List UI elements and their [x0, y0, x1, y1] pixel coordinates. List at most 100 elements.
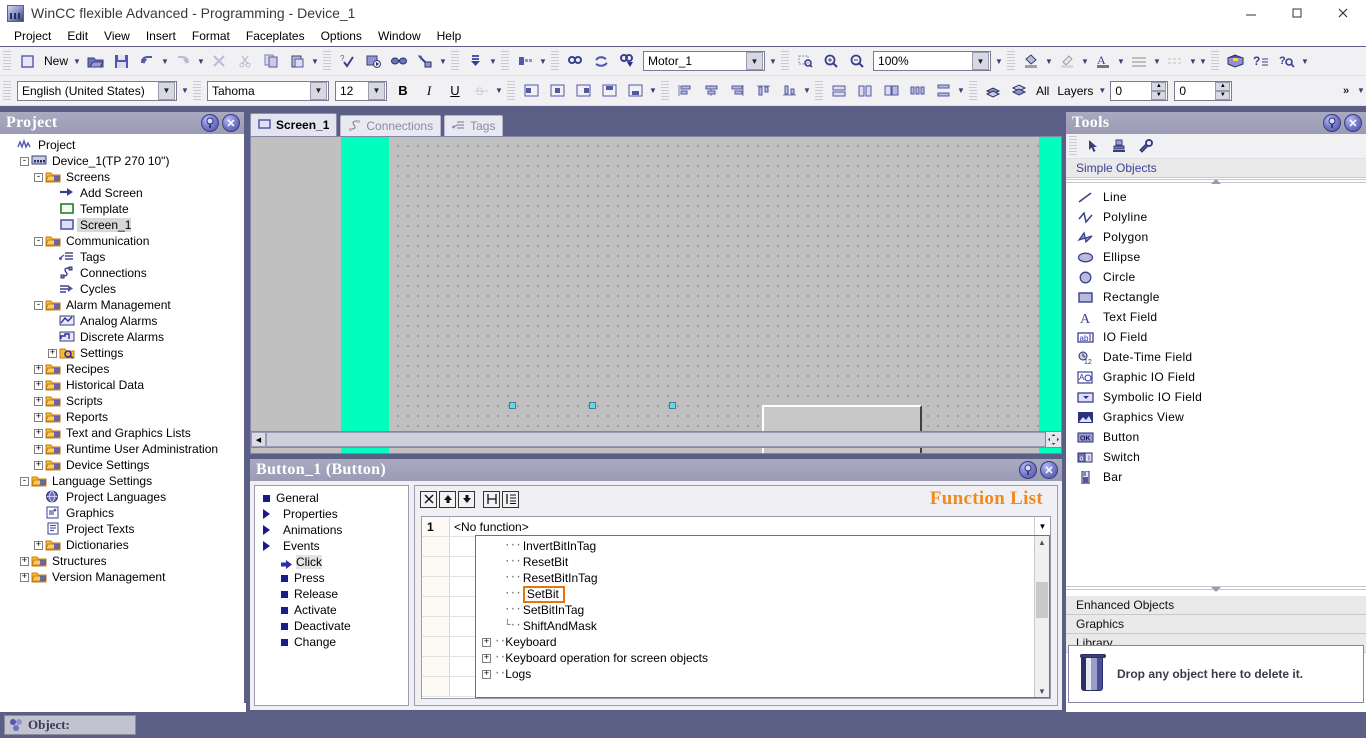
toolbar-grip[interactable] [3, 51, 11, 71]
section-graphics[interactable]: Graphics [1066, 615, 1366, 634]
collapse-node-icon[interactable]: - [34, 300, 43, 310]
font-color-icon[interactable]: A [1091, 50, 1115, 72]
tool-io-field[interactable]: ab IO Field [1066, 327, 1366, 347]
redo-icon[interactable] [171, 50, 195, 72]
layer-spinner-1[interactable]: 0 ▲ ▼ [1110, 80, 1169, 101]
tool-graphic-io-field[interactable]: A Graphic IO Field [1066, 367, 1366, 387]
selection-handle-nw[interactable] [509, 402, 516, 409]
align-objects-top-icon[interactable] [751, 80, 775, 102]
menu-project[interactable]: Project [6, 27, 59, 45]
chevron-down-icon[interactable]: ▼ [310, 81, 327, 100]
cut-icon[interactable] [233, 50, 257, 72]
new-icon[interactable] [15, 50, 39, 72]
function-option[interactable]: ··· InvertBitInTag [476, 538, 1049, 554]
chevron-down-icon[interactable]: ▼ [158, 81, 175, 100]
tab-tags[interactable]: Tags [444, 115, 504, 136]
tool-date-time-field[interactable]: 12 Date-Time Field [1066, 347, 1366, 367]
align-center-icon[interactable] [545, 80, 569, 102]
dropdown-scroll-down-icon[interactable]: ▼ [1035, 685, 1049, 697]
menu-faceplates[interactable]: Faceplates [238, 27, 313, 45]
align-objects-left-icon[interactable] [673, 80, 697, 102]
tree-node[interactable]: Tags [0, 249, 244, 265]
canvas-horizontal-scrollbar[interactable]: ◀ ▶ [250, 431, 1062, 448]
tool-switch[interactable]: o I Switch [1066, 447, 1366, 467]
collapse-node-icon[interactable]: - [34, 236, 43, 246]
selection-handle-n[interactable] [589, 402, 596, 409]
tab-screen-1[interactable]: Screen_1 [250, 113, 338, 136]
save-icon[interactable] [109, 50, 133, 72]
minimize-button[interactable] [1228, 0, 1274, 26]
close-button[interactable] [1320, 0, 1366, 26]
line-color-caret[interactable]: ▼ [1080, 50, 1090, 72]
language-caret[interactable]: ▼ [180, 80, 190, 102]
collapse-node-icon[interactable]: - [20, 476, 29, 486]
stamp-icon[interactable] [1107, 135, 1131, 157]
download-icon[interactable] [463, 50, 487, 72]
refresh-icon[interactable] [589, 50, 613, 72]
font-grip[interactable] [193, 80, 201, 101]
same-width-icon[interactable] [827, 80, 851, 102]
expand-node-icon[interactable]: + [48, 348, 57, 358]
zoom-in-icon[interactable] [819, 50, 843, 72]
scroll-left-icon[interactable]: ◀ [251, 432, 266, 447]
copy-icon[interactable] [259, 50, 283, 72]
download-dropdown-caret[interactable]: ▼ [488, 50, 498, 72]
chevron-down-icon[interactable]: ▼ [972, 52, 990, 70]
layers-all-label[interactable]: All [1032, 84, 1053, 98]
menu-insert[interactable]: Insert [138, 27, 184, 45]
properties-category-tree[interactable]: General Properties Animations Events Click Pr… [254, 485, 409, 706]
function-option[interactable]: + ·· Keyboard [476, 634, 1049, 650]
tree-node[interactable]: Screen_1 [0, 217, 244, 233]
expand-node-icon[interactable]: + [34, 364, 43, 374]
toolbar-grip-6[interactable] [781, 51, 790, 71]
upload-dropdown-caret[interactable]: ▼ [538, 50, 548, 72]
expand-node-icon[interactable]: + [20, 556, 29, 566]
find-icon[interactable] [563, 50, 587, 72]
line-dash-caret[interactable]: ▼ [1188, 50, 1198, 72]
upload-icon[interactable] [513, 50, 537, 72]
delete-function-icon[interactable] [420, 490, 437, 508]
section-enhanced-objects[interactable]: Enhanced Objects [1066, 596, 1366, 615]
tree-node[interactable]: + Reports [0, 409, 244, 425]
function-option[interactable]: + ·· Logs [476, 666, 1049, 682]
function-row[interactable]: 1 <No function> ▼ [422, 517, 1050, 537]
tree-node[interactable]: + Text and Graphics Lists [0, 425, 244, 441]
expand-node-icon[interactable]: + [34, 380, 43, 390]
expand-node-icon[interactable]: + [34, 428, 43, 438]
zoom-area-icon[interactable] [793, 50, 817, 72]
redo-dropdown-caret[interactable]: ▼ [196, 50, 206, 72]
size-caret[interactable]: ▼ [956, 80, 966, 102]
close-icon[interactable]: ✕ [222, 114, 240, 132]
move-down-icon[interactable] [458, 490, 475, 508]
property-category-events[interactable]: Events [255, 538, 408, 554]
section-simple-objects[interactable]: Simple Objects [1066, 159, 1366, 178]
italic-button[interactable]: I [417, 80, 441, 102]
find-replace-icon[interactable] [615, 50, 639, 72]
same-height-icon[interactable] [853, 80, 877, 102]
simulate-icon[interactable] [387, 50, 411, 72]
tool-circle[interactable]: Circle [1066, 267, 1366, 287]
arrange-grip[interactable] [661, 80, 669, 101]
paste-icon[interactable] [285, 50, 309, 72]
distribute-v-icon[interactable] [931, 80, 955, 102]
tools-splitter-bottom[interactable] [1066, 585, 1366, 594]
generate-icon[interactable] [361, 50, 385, 72]
dropdown-scrollbar[interactable]: ▲ ▼ [1034, 536, 1049, 697]
tree-node[interactable]: - Language Settings [0, 473, 244, 489]
library-book-icon[interactable] [1223, 50, 1247, 72]
canvas-resize-grip[interactable] [1045, 431, 1062, 448]
chevron-down-icon[interactable]: ▼ [1034, 517, 1050, 536]
font-color-caret[interactable]: ▼ [1116, 50, 1126, 72]
bring-to-front-icon[interactable] [981, 80, 1005, 102]
help-contents-icon[interactable]: ? [1249, 50, 1273, 72]
font-style-caret[interactable]: ▼ [494, 80, 504, 102]
tree-node[interactable]: Connections [0, 265, 244, 281]
dropdown-scroll-up-icon[interactable]: ▲ [1035, 536, 1049, 548]
toolbar-grip-3[interactable] [451, 51, 460, 71]
settings-tools-icon[interactable] [1133, 135, 1157, 157]
selection-handle-ne[interactable] [669, 402, 676, 409]
tree-node[interactable]: Project [0, 137, 244, 153]
chevron-down-icon[interactable]: ▼ [746, 52, 764, 70]
line-style-caret[interactable]: ▼ [1152, 50, 1162, 72]
tree-node[interactable]: Add Screen [0, 185, 244, 201]
